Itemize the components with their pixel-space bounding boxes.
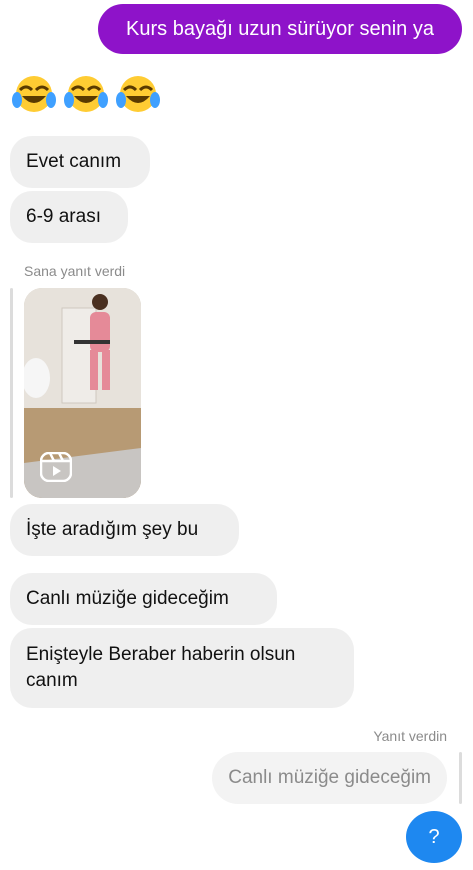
incoming-message-bubble[interactable]: Canlı müziğe gideceğim bbox=[10, 573, 277, 625]
incoming-message-bubble[interactable]: Enişteyle Beraber haberin olsun canım bbox=[10, 628, 354, 708]
incoming-message-text-line: Enişteyle Beraber haberin olsun bbox=[26, 644, 296, 665]
tears-of-joy-emoji-icon bbox=[116, 76, 160, 112]
emoji-reaction-row[interactable] bbox=[10, 72, 162, 116]
incoming-message-bubble[interactable]: İşte aradığım şey bu bbox=[10, 504, 239, 556]
help-button[interactable]: ? bbox=[406, 811, 462, 863]
incoming-message-text-line: canım bbox=[26, 670, 78, 691]
reply-caption: Sana yanıt verdi bbox=[24, 263, 126, 279]
outgoing-message-bubble[interactable]: Kurs bayağı uzun sürüyor senin ya bbox=[98, 4, 462, 54]
reply-caption: Yanıt verdin bbox=[373, 728, 447, 744]
incoming-message-bubble[interactable]: 6-9 arası bbox=[10, 191, 128, 243]
tears-of-joy-emoji-icon bbox=[12, 76, 56, 112]
outgoing-message-text: Kurs bayağı uzun sürüyor senin ya bbox=[126, 17, 434, 40]
reels-icon bbox=[40, 452, 72, 482]
incoming-message-bubble[interactable]: Evet canım bbox=[10, 136, 150, 188]
incoming-message-text: Canlı müziğe gideceğim bbox=[26, 588, 229, 609]
incoming-message-text: 6-9 arası bbox=[26, 206, 101, 227]
reply-indicator-bar bbox=[459, 752, 462, 804]
incoming-message-text: Evet canım bbox=[26, 151, 122, 172]
replied-message-text: Canlı müziğe gideceğim bbox=[228, 767, 431, 788]
help-button-label: ? bbox=[428, 825, 440, 848]
tears-of-joy-emoji-icon bbox=[64, 76, 108, 112]
replied-message-quote[interactable]: Canlı müziğe gideceğim bbox=[212, 752, 447, 804]
reply-indicator-bar bbox=[10, 288, 13, 498]
shared-reel-thumbnail[interactable] bbox=[24, 288, 141, 498]
incoming-message-text: İşte aradığım şey bu bbox=[26, 519, 199, 540]
